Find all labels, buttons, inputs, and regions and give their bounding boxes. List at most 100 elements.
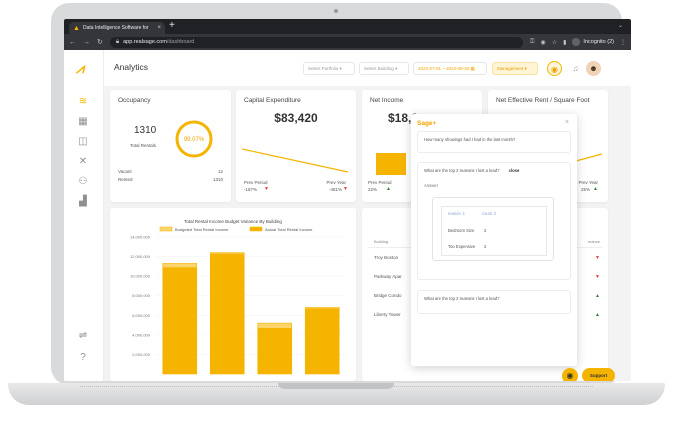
star-icon[interactable]: ☆ <box>552 39 557 46</box>
management-select[interactable]: Management ▾ <box>492 62 538 75</box>
net-income-title: Net Income <box>370 97 404 104</box>
realsage-favicon-icon: ▲ <box>73 24 80 32</box>
webcam <box>334 9 338 13</box>
portfolio-select[interactable]: Select Portfolio ▾ <box>303 62 355 75</box>
net-income-prev-period-value: 22% <box>368 187 378 192</box>
budget-variance-chart: Total Rental Income Budget Variance By B… <box>130 219 346 375</box>
realsage-logo-icon[interactable]: ⩘ <box>76 60 84 77</box>
y-tick-label: 2,000,000 <box>132 352 151 357</box>
rented-label: Rented <box>118 177 133 182</box>
occupancy-total: 1310 <box>134 125 157 136</box>
profile-button[interactable]: Incognito (2) <box>572 38 614 46</box>
trend-down-icon: ▼ <box>595 274 600 280</box>
profile-label: Incognito (2) <box>583 39 614 45</box>
y-tick-label: 14,000,000 <box>130 235 151 240</box>
help-nav-icon[interactable]: ? <box>76 352 90 364</box>
sage-title: Sage+ <box>417 120 437 127</box>
sage-col-reason[interactable]: reason ⇕ <box>448 211 465 216</box>
capex-prev-period-value: -187% <box>244 187 258 192</box>
building-nav-icon[interactable]: ▦ <box>76 116 90 128</box>
trend-up-icon: ▲ <box>595 293 600 299</box>
building-row-name[interactable]: Parkway Apar <box>374 274 402 279</box>
sage-assistant-panel: Sage+ × How many showings had I had in t… <box>411 114 577 366</box>
down-arrow-icon: ▼ <box>343 186 348 192</box>
laptop-notch <box>278 383 394 389</box>
sage-close-action[interactable]: close <box>509 168 520 173</box>
reports-nav-icon[interactable]: ▟ <box>76 196 90 208</box>
address-bar[interactable]: 🔒︎ app.realsage.com/dashboard <box>109 36 523 48</box>
legend-swatch <box>249 226 263 232</box>
chart-title: Total Rental Income Budget Variance By B… <box>184 219 282 224</box>
browser-tab[interactable]: ▲ Data Intelligence Software for × <box>69 22 165 34</box>
new-tab-button[interactable]: + <box>169 21 175 31</box>
sage-message[interactable]: What are the top 2 reasons I lost a lead… <box>417 290 571 314</box>
capex-prev-year-label: Prev Year <box>326 180 346 185</box>
net-effective-prev-year-label: Prev Year <box>578 180 598 185</box>
capex-title: Capital Expenditure <box>244 97 301 104</box>
rented-value: 1310 <box>212 177 223 182</box>
top-header: Analytics Select Portfolio ▾ Select Buil… <box>104 50 631 86</box>
sage-answer-label: Answer <box>424 183 438 188</box>
sage-table-inner: reason ⇕ count ⇕ Bedroom Size 2 Too Expe… <box>441 206 547 256</box>
tab-close-icon[interactable]: × <box>157 25 161 31</box>
vacant-label: Vacant <box>118 169 132 174</box>
money-nav-icon[interactable]: ◫ <box>76 136 90 148</box>
analytics-nav-icon[interactable]: ≋ <box>76 96 90 108</box>
capex-prev-year-value: -481% <box>328 187 342 192</box>
sidebar-toggle-icon[interactable]: ▮ <box>563 39 566 46</box>
incognito-icon <box>572 38 581 46</box>
legend-label: Actual Total Rental Income <box>265 227 313 232</box>
integrations-nav-icon[interactable]: ⇌ <box>76 330 90 342</box>
legend-label: Budgeted Total Rental Income <box>175 227 229 232</box>
url-domain: app.realsage.com <box>123 39 167 45</box>
url-path: /dashboard <box>166 39 195 45</box>
sage-row-count: 2 <box>484 244 487 249</box>
occupancy-title: Occupancy <box>118 97 151 104</box>
forward-arrow-icon[interactable]: → <box>83 39 90 46</box>
bar-actual <box>305 308 340 374</box>
more-menu-icon[interactable]: ⋮ <box>620 39 626 46</box>
tools-nav-icon[interactable]: ✕ <box>76 156 90 168</box>
sage-assistant-icon[interactable]: ◉ <box>547 61 562 76</box>
bar-actual <box>210 253 245 374</box>
net-income-prev-period-label: Prev Period <box>368 180 392 185</box>
trend-up-icon: ▲ <box>595 312 600 318</box>
key-icon[interactable]: ⚿ <box>530 39 535 46</box>
users-nav-icon[interactable]: ⚇ <box>76 176 90 188</box>
building-select[interactable]: Select Building ▾ <box>359 62 409 75</box>
occupancy-card: Occupancy 1310 Total Rentals 99.07% Vaca… <box>110 90 231 202</box>
eye-slash-icon[interactable]: ◉ <box>540 39 545 46</box>
building-row-name[interactable]: Liberty Tower <box>374 312 401 317</box>
sage-message: What are the top 2 reasons I lost a lead… <box>417 162 571 280</box>
sage-close-icon[interactable]: × <box>565 119 569 126</box>
user-avatar[interactable]: ☻ <box>586 61 601 76</box>
sage-question-3: What are the top 2 reasons I lost a lead… <box>424 296 500 301</box>
legend-swatch <box>159 226 173 232</box>
bar-actual <box>162 267 197 374</box>
tab-search-chevron-icon[interactable]: ⌄ <box>618 22 623 29</box>
sage-col-count[interactable]: count ⇕ <box>482 211 497 216</box>
capex-trend-line <box>241 148 349 173</box>
support-button[interactable]: Support <box>582 368 615 381</box>
date-range-picker[interactable]: 2022-07-01 ~ 2022-08-30 ▦ <box>413 62 487 75</box>
page-title: Analytics <box>114 62 149 72</box>
capex-card: Capital Expenditure $83,420 Prev Period … <box>236 90 356 202</box>
browser-toolbar: ← → ↻ 🔒︎ app.realsage.com/dashboard ⚿ ◉ … <box>64 34 631 50</box>
performance-column-header: mance <box>587 239 600 244</box>
laptop-mockup: ▲ Data Intelligence Software for × + ⌄ ←… <box>0 0 673 425</box>
y-tick-label: 10,000,000 <box>130 274 151 279</box>
notification-bell-icon[interactable]: ♫ <box>568 61 583 76</box>
back-arrow-icon[interactable]: ← <box>69 39 76 46</box>
sage-row-count: 2 <box>484 228 487 233</box>
reload-icon[interactable]: ↻ <box>97 38 103 46</box>
net-effective-prev-year-value: 25% <box>580 187 590 192</box>
tab-title: Data Intelligence Software for <box>83 25 149 31</box>
building-row-name[interactable]: Bridge Condo <box>374 293 402 298</box>
sage-message[interactable]: How many showings had I had in the last … <box>417 131 571 153</box>
y-tick-label: 8,000,000 <box>132 293 151 298</box>
building-row-name[interactable]: Troy Boston <box>374 255 398 260</box>
capex-trend-segment <box>241 148 349 173</box>
net-income-bar <box>376 153 406 175</box>
sage-chat-icon[interactable]: ◉ <box>562 368 578 381</box>
occupancy-total-label: Total Rentals <box>130 143 157 148</box>
